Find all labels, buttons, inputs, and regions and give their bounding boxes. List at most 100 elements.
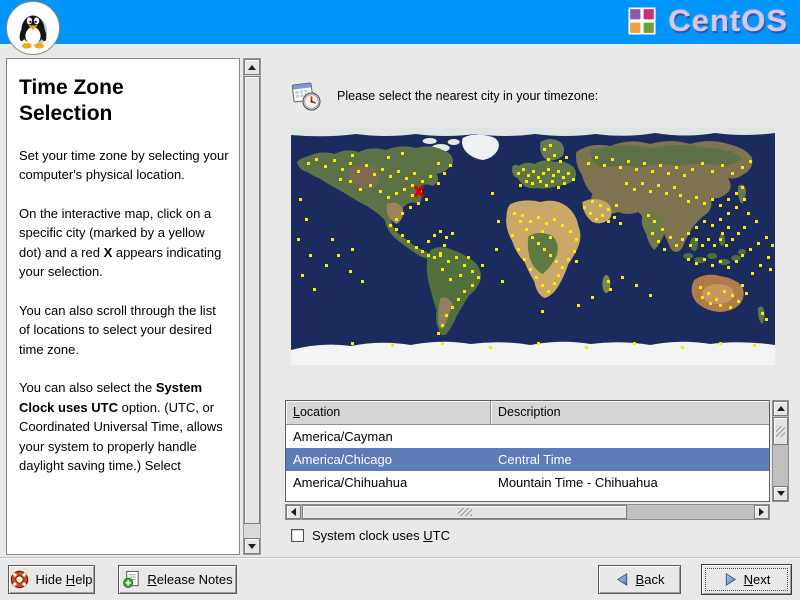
city-dot[interactable] (701, 162, 704, 165)
city-dot[interactable] (743, 226, 746, 229)
city-dot[interactable] (433, 234, 436, 237)
table-scroll-up-button[interactable] (773, 401, 788, 416)
city-dot[interactable] (365, 164, 368, 167)
city-dot[interactable] (691, 168, 694, 171)
help-scrollbar[interactable] (243, 58, 261, 555)
city-dot[interactable] (707, 238, 710, 241)
city-dot[interactable] (369, 184, 372, 187)
city-dot[interactable] (529, 268, 532, 271)
city-dot[interactable] (657, 184, 660, 187)
city-dot[interactable] (561, 266, 564, 269)
city-dot[interactable] (635, 284, 638, 287)
city-dot[interactable] (349, 270, 352, 273)
city-dot[interactable] (441, 268, 444, 271)
city-dot[interactable] (749, 248, 752, 251)
city-dot[interactable] (389, 224, 392, 227)
city-dot[interactable] (313, 288, 316, 291)
city-dot[interactable] (591, 296, 594, 299)
city-dot[interactable] (687, 232, 690, 235)
city-dot[interactable] (675, 166, 678, 169)
city-dot[interactable] (741, 186, 744, 189)
city-dot[interactable] (459, 274, 462, 277)
city-dot[interactable] (567, 258, 570, 261)
city-dot[interactable] (619, 222, 622, 225)
city-dot[interactable] (559, 160, 562, 163)
table-vertical-scrollbar[interactable] (772, 400, 789, 502)
city-dot[interactable] (695, 196, 698, 199)
city-dot[interactable] (451, 306, 454, 309)
city-dot[interactable] (601, 214, 604, 217)
city-dot[interactable] (407, 240, 410, 243)
city-dot[interactable] (611, 158, 614, 161)
city-dot[interactable] (687, 200, 690, 203)
city-dot[interactable] (729, 306, 732, 309)
column-header-description[interactable]: Description (491, 401, 769, 425)
city-dot[interactable] (403, 188, 406, 191)
city-dot[interactable] (421, 180, 424, 183)
city-dot[interactable] (727, 212, 730, 215)
utc-checkbox[interactable] (291, 529, 304, 542)
city-dot[interactable] (603, 164, 606, 167)
city-dot[interactable] (547, 290, 550, 293)
city-dot[interactable] (653, 220, 656, 223)
city-dot[interactable] (665, 192, 668, 195)
city-dot[interactable] (439, 254, 442, 257)
city-dot[interactable] (517, 172, 520, 175)
city-dot[interactable] (324, 165, 327, 168)
city-dot[interactable] (735, 192, 738, 195)
city-dot[interactable] (379, 190, 382, 193)
city-dot[interactable] (565, 156, 568, 159)
city-dot[interactable] (687, 258, 690, 261)
city-dot[interactable] (529, 220, 532, 223)
city-dot[interactable] (689, 244, 692, 247)
city-dot[interactable] (711, 264, 714, 267)
city-dot[interactable] (395, 228, 398, 231)
city-dot[interactable] (572, 178, 575, 181)
table-scroll-right-button[interactable] (754, 505, 769, 519)
city-dot[interactable] (537, 176, 540, 179)
city-dot[interactable] (553, 154, 556, 157)
city-dot[interactable] (445, 314, 448, 317)
city-dot[interactable] (719, 204, 722, 207)
city-dot[interactable] (663, 248, 666, 251)
city-dot[interactable] (669, 236, 672, 239)
city-dot[interactable] (427, 254, 430, 257)
city-dot[interactable] (409, 206, 412, 209)
city-dot[interactable] (727, 266, 730, 269)
world-map[interactable] (291, 128, 775, 365)
city-dot[interactable] (703, 258, 706, 261)
city-dot[interactable] (537, 216, 540, 219)
city-dot[interactable] (471, 270, 474, 273)
city-dot[interactable] (721, 232, 724, 235)
city-dot[interactable] (701, 244, 704, 247)
city-dot[interactable] (553, 282, 556, 285)
city-dot[interactable] (757, 242, 760, 245)
city-dot[interactable] (551, 180, 554, 183)
city-dot[interactable] (747, 212, 750, 215)
city-dot[interactable] (297, 238, 300, 241)
city-dot[interactable] (769, 268, 772, 271)
city-dot[interactable] (567, 172, 570, 175)
city-dot[interactable] (545, 222, 548, 225)
hide-help-button[interactable]: Hide Help (8, 565, 95, 594)
city-dot[interactable] (751, 272, 754, 275)
city-dot[interactable] (437, 162, 440, 165)
city-dot[interactable] (549, 236, 552, 239)
city-dot[interactable] (425, 198, 428, 201)
city-dot[interactable] (695, 262, 698, 265)
city-dot[interactable] (727, 226, 730, 229)
city-dot[interactable] (619, 166, 622, 169)
city-dot[interactable] (395, 218, 398, 221)
city-dot[interactable] (349, 180, 352, 183)
city-dot[interactable] (621, 276, 624, 279)
city-dot[interactable] (437, 182, 440, 185)
city-dot[interactable] (679, 194, 682, 197)
city-dot[interactable] (719, 238, 722, 241)
city-dot[interactable] (569, 230, 572, 233)
city-dot[interactable] (549, 254, 552, 257)
city-dot[interactable] (491, 192, 494, 195)
city-dot[interactable] (481, 264, 484, 267)
city-dot[interactable] (519, 220, 522, 223)
city-dot[interactable] (561, 224, 564, 227)
city-dot[interactable] (527, 174, 530, 177)
